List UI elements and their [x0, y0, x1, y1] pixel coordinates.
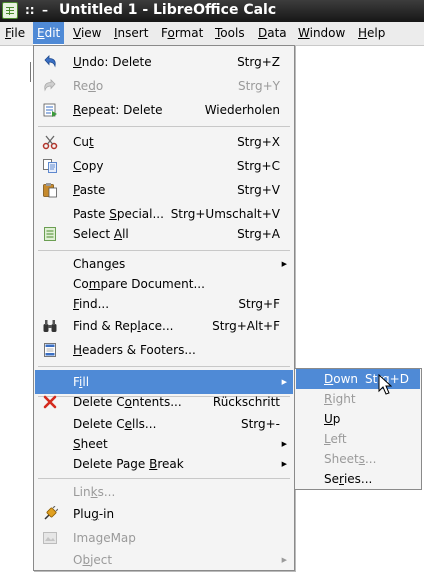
menu-item-headers-footers[interactable]: Headers & Footers...	[35, 338, 293, 362]
menu-data[interactable]: Data	[254, 22, 291, 45]
menu-item-object[interactable]: Object ▶	[35, 548, 293, 572]
edit-menu: Undo: Delete Strg+Z Redo Strg+Y Repeat: …	[33, 45, 295, 571]
menu-item-copy[interactable]: Copy Strg+C	[35, 154, 293, 178]
menu-view[interactable]: View	[69, 22, 105, 45]
fill-sheets-item[interactable]: Sheets...	[296, 449, 420, 469]
menu-separator	[38, 366, 290, 367]
minimize-button[interactable]: –	[42, 3, 48, 17]
copy-icon	[43, 159, 57, 173]
menu-window[interactable]: Window	[294, 22, 349, 45]
paste-icon	[43, 183, 57, 198]
menu-item-undo[interactable]: Undo: Delete Strg+Z	[35, 50, 293, 74]
submenu-arrow-icon: ▶	[281, 460, 287, 468]
fill-right-item[interactable]: Right	[296, 389, 420, 409]
menu-tools[interactable]: Tools	[211, 22, 249, 45]
window-title: Untitled 1 - LibreOffice Calc	[59, 2, 277, 18]
menu-help[interactable]: Help	[354, 22, 389, 45]
select-all-icon	[44, 227, 56, 241]
menu-item-paste[interactable]: Paste Strg+V	[35, 178, 293, 202]
menu-item-select-all[interactable]: Select All Strg+A	[35, 222, 293, 246]
binoculars-icon	[43, 320, 57, 332]
redo-icon	[44, 79, 56, 92]
menu-item-redo[interactable]: Redo Strg+Y	[35, 74, 293, 98]
menu-item-find-replace[interactable]: Find & Replace... Strg+Alt+F	[35, 314, 293, 338]
menu-item-links[interactable]: Links...	[35, 480, 293, 504]
fill-up-item[interactable]: Up	[296, 409, 420, 429]
menu-item-find[interactable]: Find... Strg+F	[35, 292, 293, 316]
undo-icon	[44, 55, 56, 68]
menu-item-delete-contents[interactable]: Delete Contents... Rückschritt	[35, 390, 293, 414]
fill-submenu: Down Strg+D Right Up Left Sheets... Seri…	[294, 368, 422, 490]
menu-item-delete-page-break[interactable]: Delete Page Break ▶	[35, 452, 293, 476]
menu-separator	[38, 250, 290, 251]
menu-item-plugin[interactable]: Plug-in	[35, 502, 293, 526]
headers-footers-icon	[44, 343, 56, 357]
menu-insert[interactable]: Insert	[110, 22, 152, 45]
menu-item-imagemap[interactable]: ImageMap	[35, 526, 293, 550]
fill-down-item[interactable]: Down Strg+D	[296, 369, 420, 389]
fill-left-item[interactable]: Left	[296, 429, 420, 449]
menu-separator	[38, 126, 290, 127]
menu-item-cut[interactable]: Cut Strg+X	[35, 130, 293, 154]
title-bar: :: – Untitled 1 - LibreOffice Calc	[0, 0, 424, 22]
fill-series-item[interactable]: Series...	[296, 469, 420, 489]
window-menu-button[interactable]: ::	[25, 3, 35, 17]
menu-format[interactable]: Format	[157, 22, 207, 45]
scissors-icon	[42, 135, 58, 150]
delete-x-icon	[43, 395, 57, 409]
menu-separator	[38, 478, 290, 479]
menu-bar: File Edit View Insert Format Tools Data …	[0, 22, 424, 46]
calc-app-icon[interactable]	[2, 2, 18, 19]
plugin-icon	[44, 506, 58, 520]
mouse-cursor-icon	[378, 374, 392, 395]
menu-file[interactable]: File	[1, 22, 29, 45]
submenu-arrow-icon: ▶	[281, 556, 287, 564]
imagemap-icon	[43, 532, 57, 544]
repeat-icon	[43, 103, 57, 117]
menu-edit[interactable]: Edit	[33, 22, 65, 45]
menu-item-repeat[interactable]: Repeat: Delete Wiederholen	[35, 98, 293, 122]
